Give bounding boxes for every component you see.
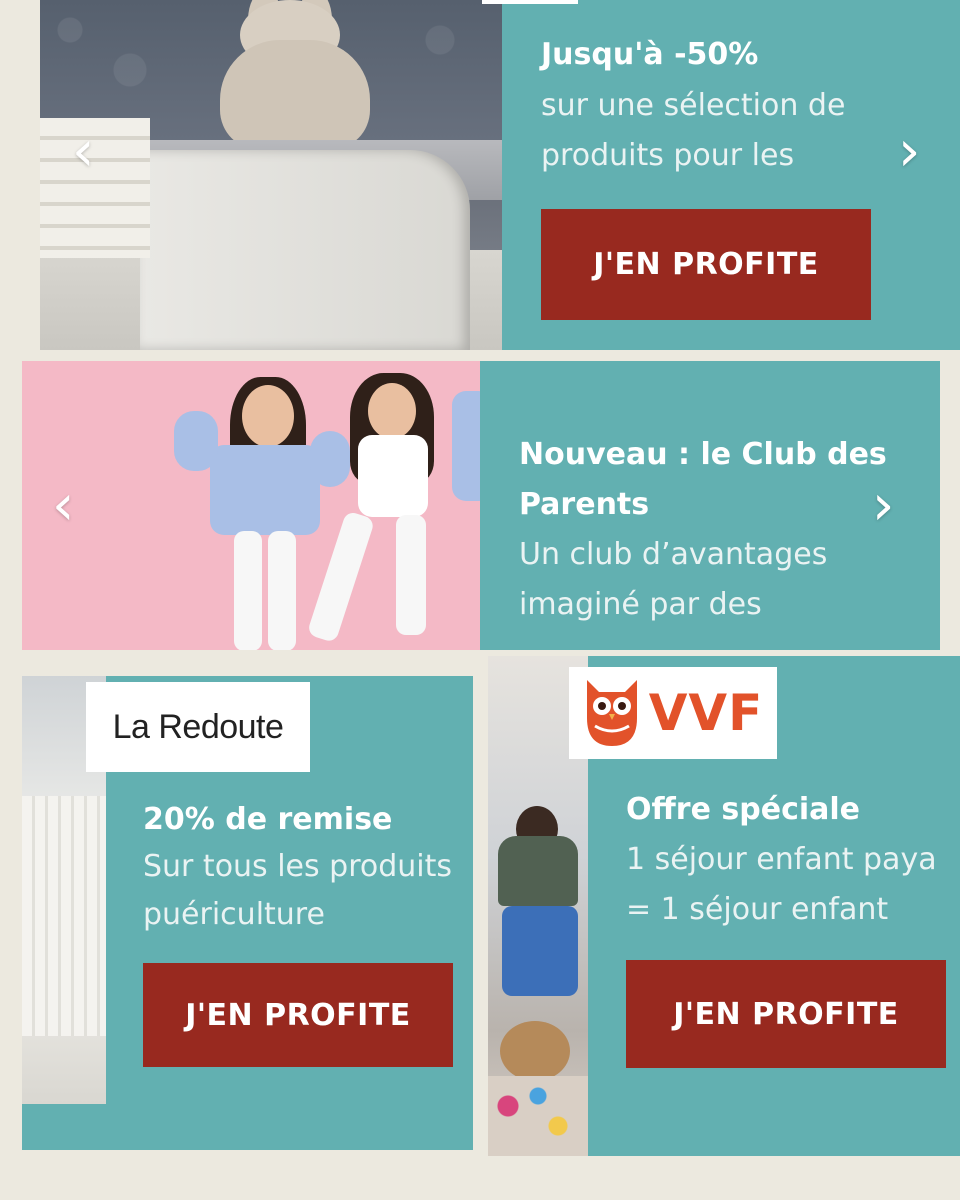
vvf-cta-button[interactable]: J'EN PROFITE [626,960,946,1068]
laredoute-logo: La Redoute [86,682,310,772]
linen-cloth [22,796,106,1036]
carousel1-next-arrow-icon[interactable]: › [898,124,920,180]
vvf-description-line1: 1 séjour enfant paya [626,842,937,877]
club-title-line1: Nouveau : le Club des [519,437,887,472]
scattered-toys [488,1076,588,1156]
child-jeans [502,906,578,996]
club-title-line2: Parents [519,487,650,522]
discount-description-line1: sur une sélection de [541,88,846,123]
club-description-line2: imaginé par des [519,587,762,622]
carousel2-prev-arrow-icon[interactable]: ‹ [52,478,74,534]
vvf-title: Offre spéciale [626,792,861,827]
laredoute-description-line1: Sur tous les produits [143,849,453,884]
blanket-stack [40,118,150,258]
nursery-photo [40,0,502,350]
discount-title: Jusqu'à -50% [541,37,759,72]
child-shirt [498,836,578,906]
laredoute-description-line2: puériculture [143,897,325,932]
carousel1-prev-arrow-icon[interactable]: ‹ [72,124,94,180]
laredoute-title: 20% de remise [143,802,393,837]
bunny-plush [220,40,370,150]
mother-daughter-photo [22,361,480,650]
carousel2-next-arrow-icon[interactable]: › [872,478,894,534]
vvf-description-line2: = 1 séjour enfant [626,892,889,927]
teddy-bear [500,1021,570,1081]
promo-banner-club[interactable] [22,361,940,650]
discount-cta-button[interactable]: J'EN PROFITE [541,209,871,320]
owl-icon [586,680,637,746]
top-tab-indicator [482,0,578,4]
club-description-line1: Un club d’avantages [519,537,828,572]
laredoute-cta-button[interactable]: J'EN PROFITE [143,963,453,1067]
crib-side [140,150,470,350]
vvf-logo: VVF [569,667,777,759]
discount-description-line2: produits pour les [541,138,795,173]
vvf-logo-text: VVF [648,684,764,742]
